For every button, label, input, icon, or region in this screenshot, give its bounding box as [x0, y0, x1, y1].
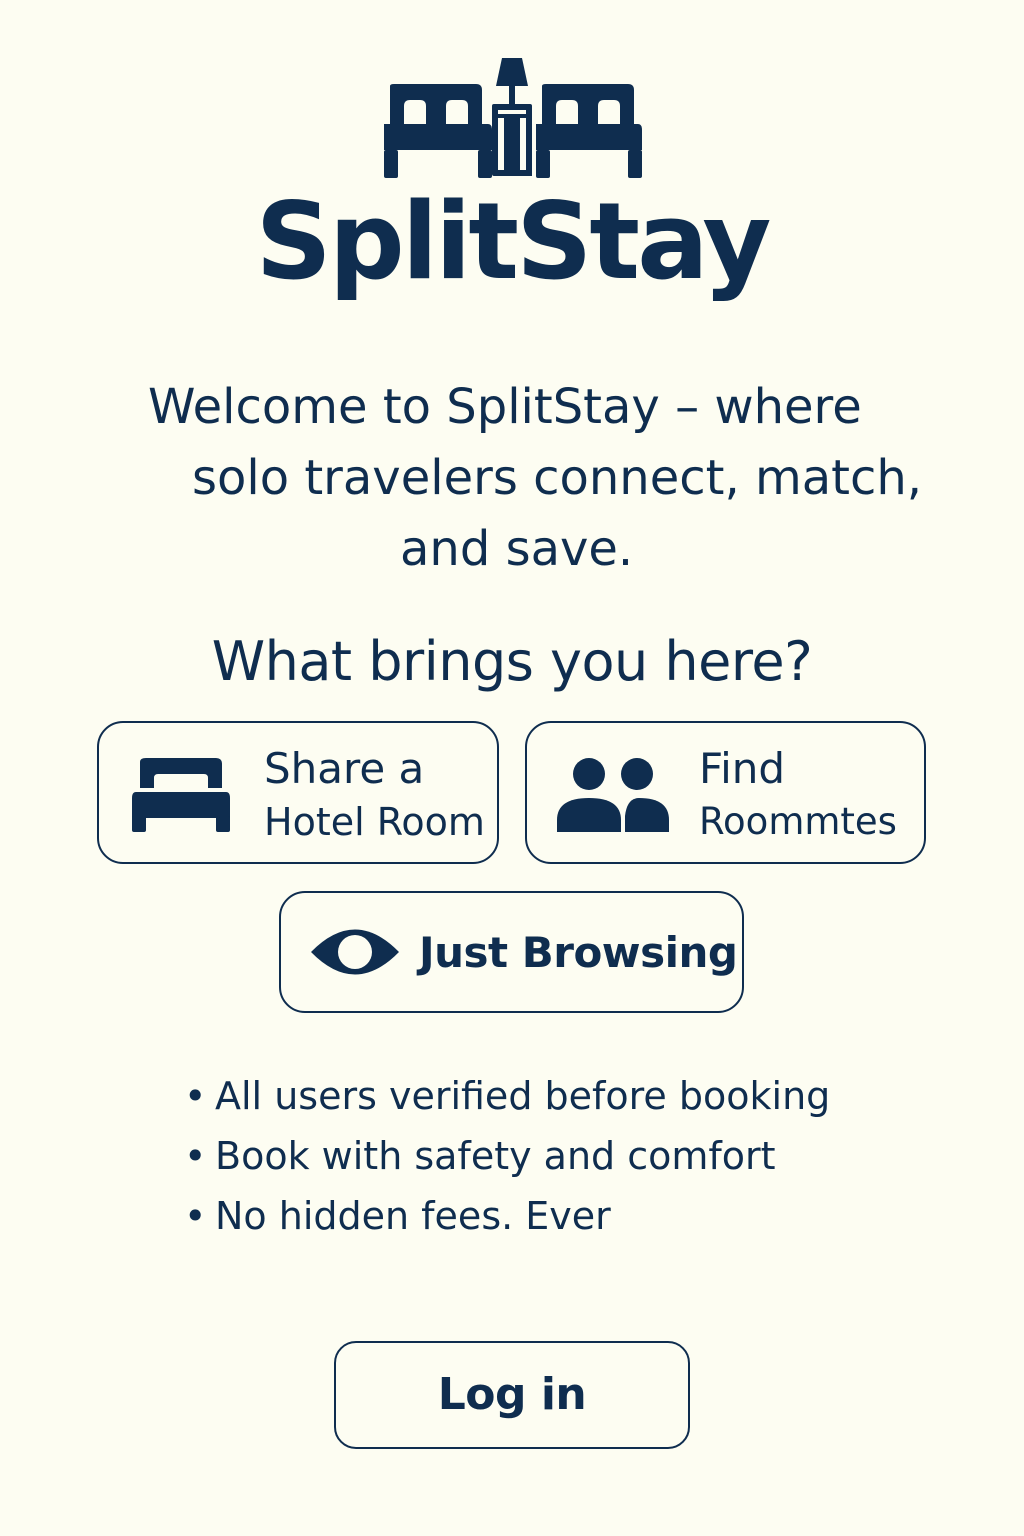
- welcome-line-1: Welcome to SplitStay – where: [148, 379, 862, 435]
- share-hotel-room-button[interactable]: Share a Hotel Room: [97, 721, 499, 864]
- just-browsing-button[interactable]: Just Browsing: [279, 891, 744, 1013]
- find-roommates-label-1: Find: [699, 744, 786, 793]
- bed-icon: [132, 758, 230, 832]
- feature-item: • Book with safety and comfort: [180, 1126, 830, 1186]
- feature-text: All users verified before booking: [215, 1074, 831, 1118]
- welcome-line-3: and save.: [400, 521, 634, 577]
- bullet-point: •: [184, 1194, 207, 1238]
- feature-text: Book with safety and comfort: [215, 1134, 776, 1178]
- bullet-point: •: [184, 1134, 207, 1178]
- share-hotel-room-label-1: Share a: [264, 744, 425, 793]
- feature-item: • No hidden fees. Ever: [180, 1186, 830, 1246]
- feature-text: No hidden fees. Ever: [215, 1194, 611, 1238]
- just-browsing-label: Just Browsing: [419, 928, 738, 977]
- question-heading: What brings you here?: [211, 630, 813, 693]
- people-icon: [557, 758, 669, 832]
- bullet-point: •: [184, 1074, 207, 1118]
- login-button[interactable]: Log in: [334, 1341, 690, 1449]
- app-title: SplitStay: [255, 180, 772, 303]
- feature-item: • All users verified before booking: [180, 1066, 830, 1126]
- logo-icon: [384, 58, 642, 178]
- features-list: • All users verified before booking • Bo…: [180, 1066, 830, 1246]
- find-roommates-button[interactable]: Find Roommtes: [525, 721, 926, 864]
- eye-icon: [311, 929, 399, 975]
- find-roommates-label-2: Roommtes: [699, 800, 897, 843]
- welcome-line-2: solo travelers connect, match,: [192, 450, 923, 506]
- share-hotel-room-label-2: Hotel Room: [264, 800, 485, 844]
